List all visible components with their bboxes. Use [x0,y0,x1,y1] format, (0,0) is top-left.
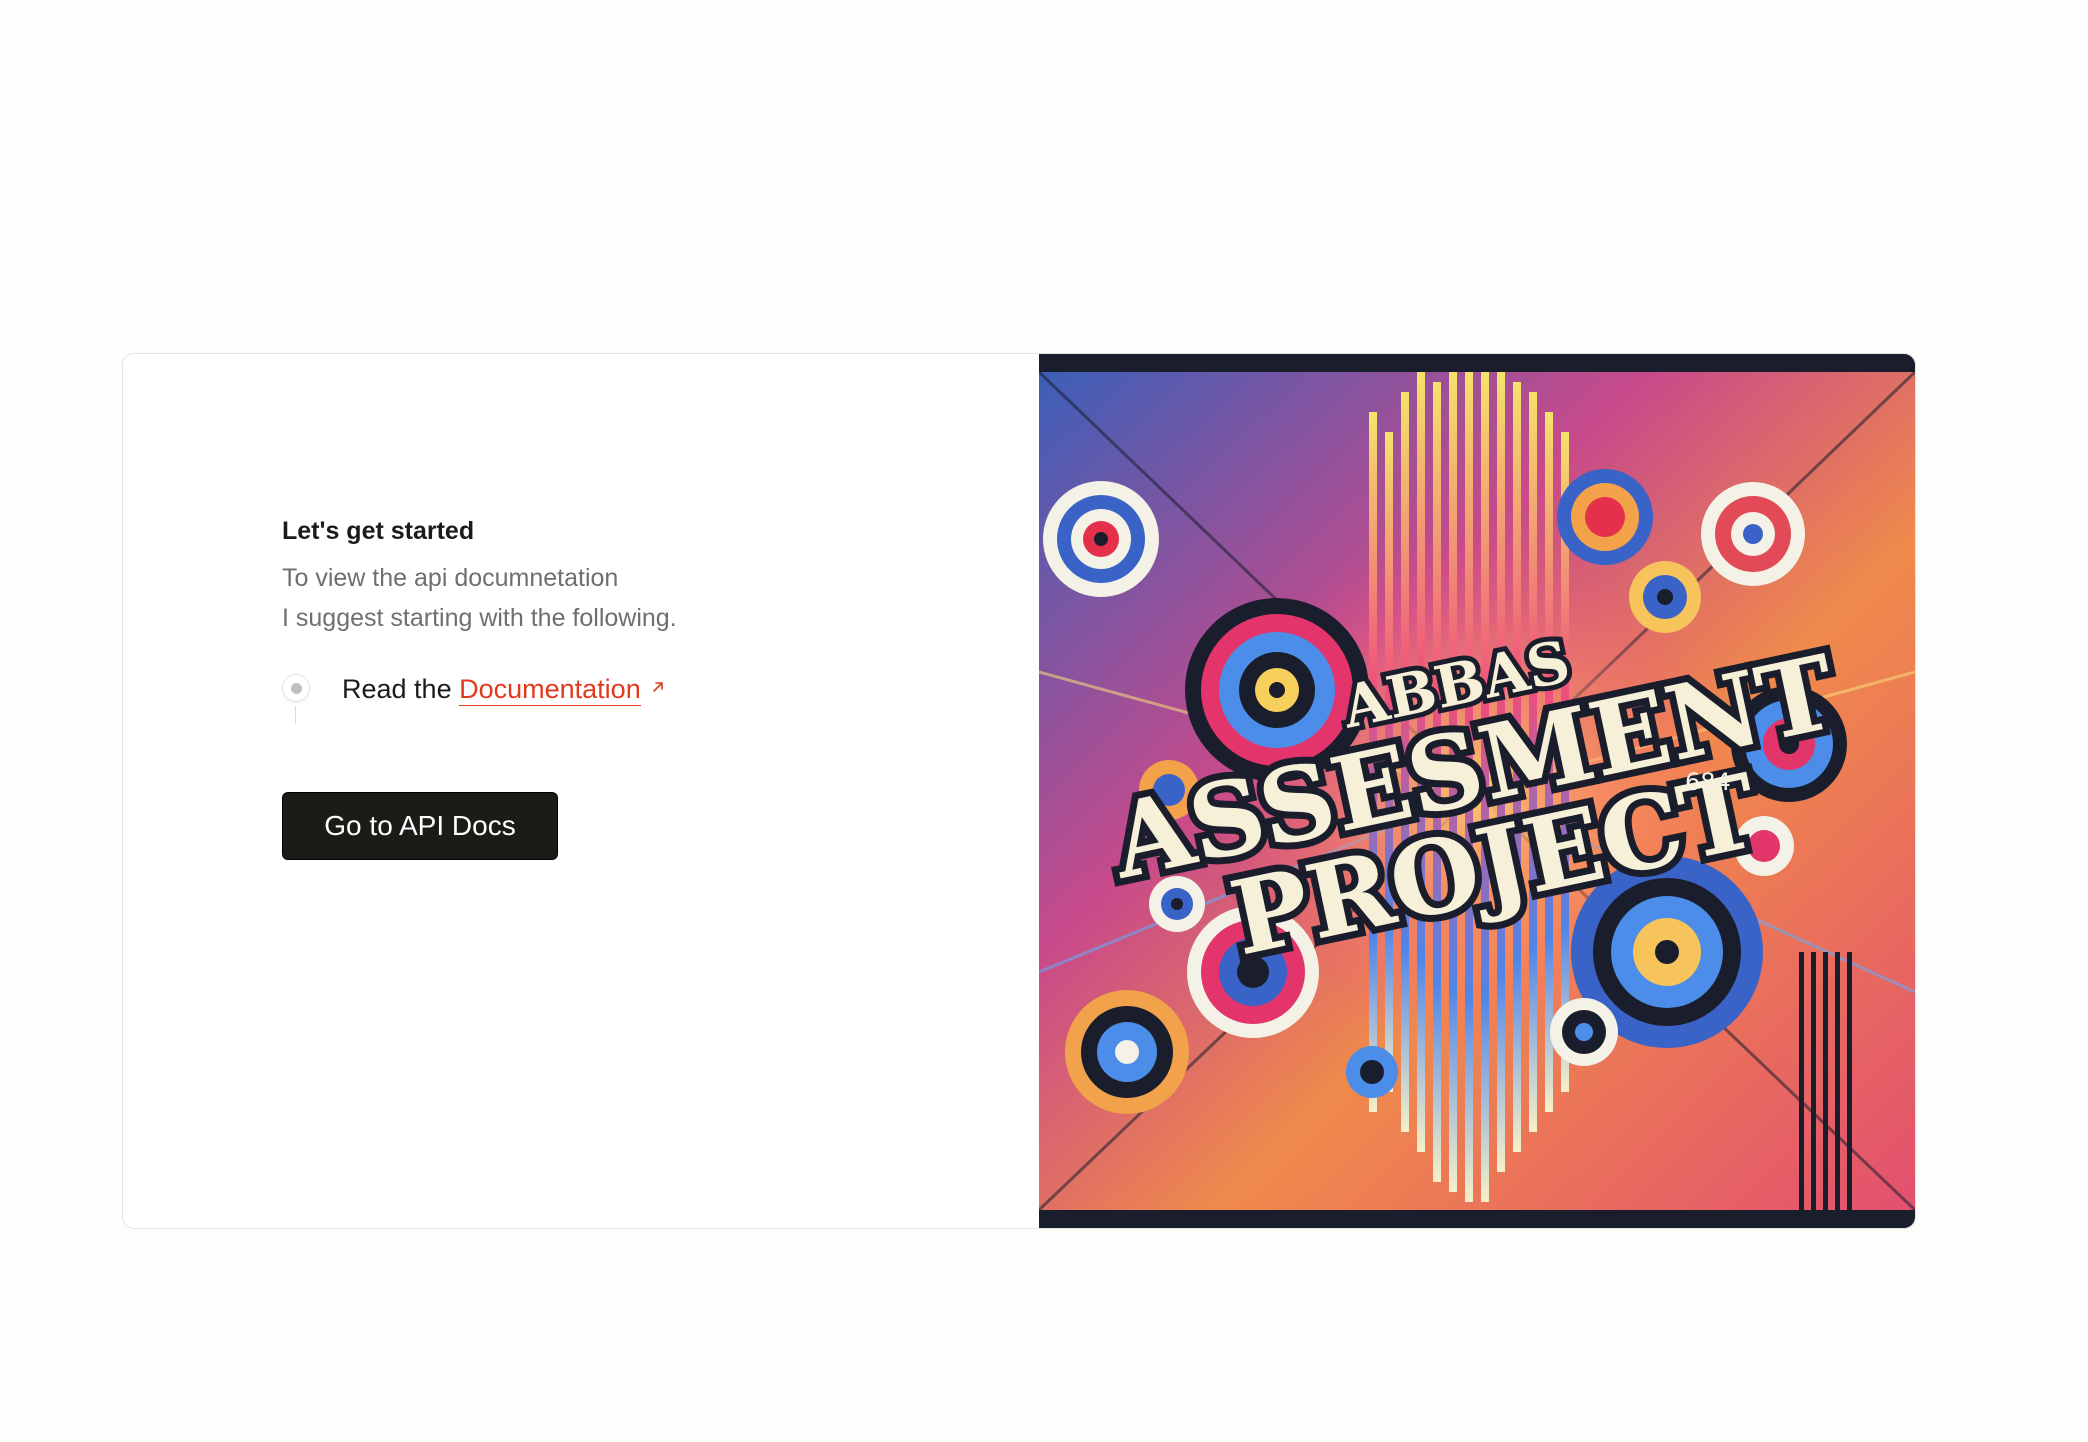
documentation-link[interactable]: Documentation [459,674,641,706]
hero-artwork: ABBAS ABBAS ASSESMENT ASSESMENT PROJECT … [1039,372,1915,1210]
welcome-description: To view the api documnetation I suggest … [282,558,677,638]
step-item-documentation: Read the Documentation [342,672,665,706]
step-connector [295,706,296,724]
hero-image-panel: ABBAS ABBAS ASSESMENT ASSESMENT PROJECT … [1039,354,1915,1228]
artwork-number: 684 [1685,768,1731,796]
step-dot-inner [291,683,302,694]
description-line-2: I suggest starting with the following. [282,604,677,632]
step-prefix: Read the [342,674,452,704]
welcome-heading: Let's get started [282,517,475,545]
welcome-card: Let's get started To view the api documn… [122,353,1916,1229]
welcome-content: Let's get started To view the api documn… [282,514,677,860]
welcome-panel: Let's get started To view the api documn… [123,354,1039,1228]
steps-list: Read the Documentation [282,672,677,732]
description-line-1: To view the api documnetation [282,564,619,592]
go-to-api-docs-button[interactable]: Go to API Docs [282,792,558,860]
arrow-up-right-icon [652,682,663,692]
step-dot-icon [282,674,310,702]
documentation-link-label: Documentation [459,674,641,704]
